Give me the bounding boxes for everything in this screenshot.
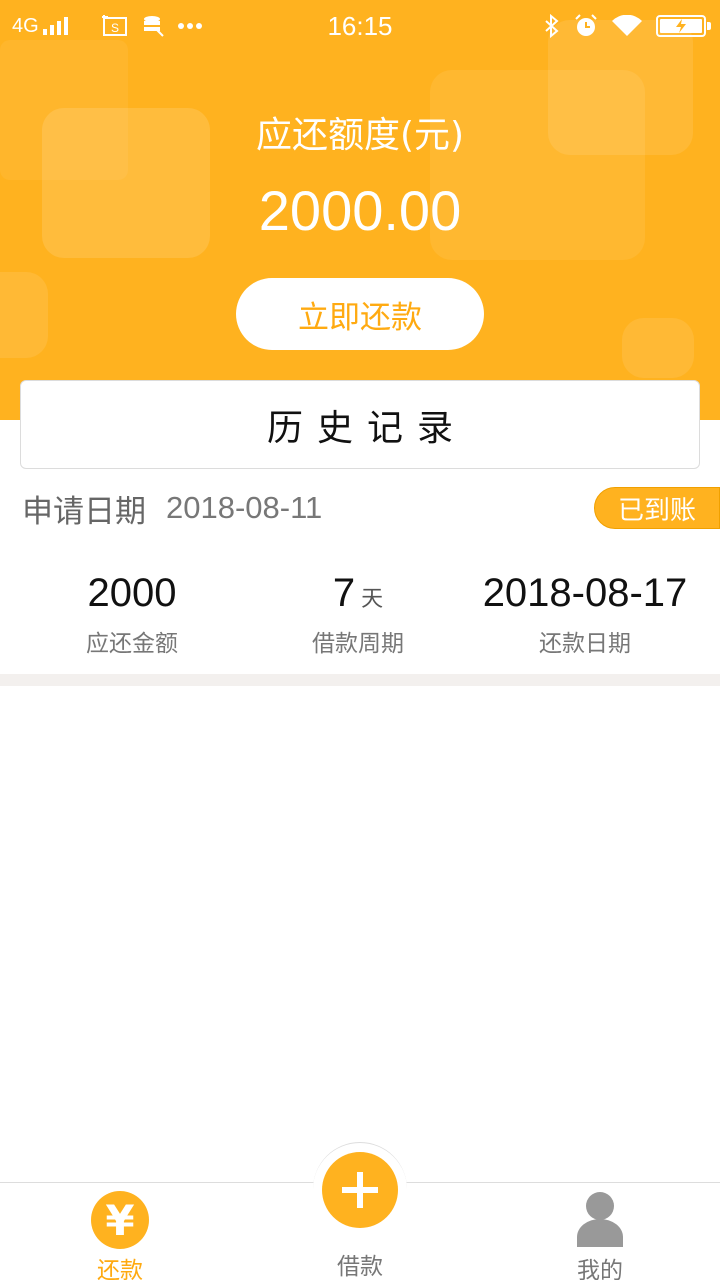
apply-date-label: 申请日期 [22, 493, 146, 530]
stat-period-value: 7 [332, 571, 356, 615]
alarm-icon [575, 14, 597, 36]
record-stats: 2000 应还金额 7天 借款周期 2018-08-17 还款日期 [0, 568, 720, 668]
battery-icon [656, 15, 711, 37]
plus-icon [342, 1172, 378, 1208]
yen-icon: ¥ [91, 1191, 149, 1249]
record-header: 申请日期 2018-08-11 已到账 [22, 484, 720, 532]
wifi-icon [612, 15, 642, 36]
status-icons-right [544, 10, 711, 42]
apply-date-value: 2018-08-11 [166, 490, 323, 525]
status-bar: 4G S 16:15 [0, 0, 720, 52]
stat-due-date-value: 2018-08-17 [482, 571, 688, 615]
stat-amount: 2000 应还金额 [12, 568, 252, 658]
decor-blob [0, 272, 48, 358]
stat-period-unit: 天 [361, 586, 384, 611]
history-records-button[interactable]: 历史记录 [20, 380, 700, 469]
tab-repay-label: 还款 [97, 1258, 143, 1280]
bluetooth-icon [545, 14, 559, 38]
section-divider [0, 674, 720, 686]
borrow-plus-button[interactable] [322, 1152, 398, 1228]
decor-blob [622, 318, 694, 378]
amount-due-value: 2000.00 [258, 179, 462, 242]
tab-me-label: 我的 [577, 1258, 623, 1280]
amount-due-label: 应还额度(元) [255, 115, 465, 156]
tab-borrow-label: 借款 [337, 1254, 383, 1280]
user-icon [577, 1192, 623, 1247]
stat-amount-value: 2000 [87, 571, 177, 615]
tab-repay[interactable]: ¥ 还款 [20, 1183, 220, 1280]
stat-due-date-caption: 还款日期 [539, 631, 631, 657]
repay-now-button[interactable]: 立即还款 [236, 278, 484, 350]
history-title: 历史记录 [266, 407, 467, 449]
status-badge: 已到账 [594, 487, 720, 529]
header-banner: 4G S 16:15 应还额度(元) 2000.00 立即还款 [0, 0, 720, 420]
charging-icon [676, 19, 686, 33]
stat-period: 7天 借款周期 [238, 568, 478, 658]
stat-amount-caption: 应还金额 [86, 631, 178, 657]
stat-due-date: 2018-08-17 还款日期 [465, 568, 705, 658]
stat-period-caption: 借款周期 [312, 631, 404, 657]
tab-me[interactable]: 我的 [500, 1183, 700, 1280]
